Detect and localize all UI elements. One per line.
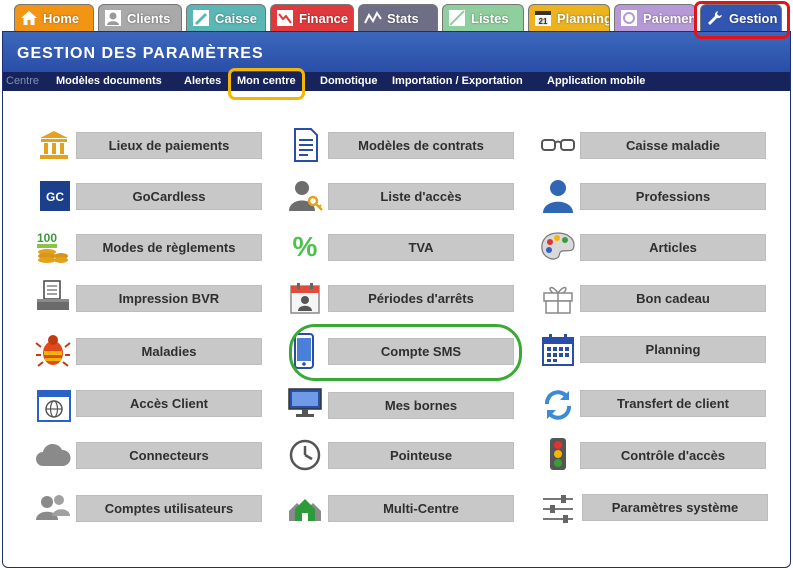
tab-paiements-label: Paiements	[643, 10, 696, 26]
sliders-icon	[540, 491, 576, 527]
tab-paiements[interactable]: Paiements	[614, 4, 696, 31]
finance-chart-icon	[275, 8, 295, 28]
tab-clients[interactable]: Clients	[98, 4, 182, 31]
cash-register-icon	[191, 8, 211, 28]
home-icon	[19, 8, 39, 28]
settings-button-label: Transfert de client	[580, 389, 766, 417]
settings-button-label: Professions	[580, 182, 766, 210]
sub-navigation: Centre Modèles documents Alertes Mon cen…	[3, 72, 790, 91]
settings-item-bon-cadeau[interactable]: Bon cadeau	[0, 280, 793, 316]
svg-text:21: 21	[539, 17, 548, 26]
subnav-item-mon-centre[interactable]: Mon centre	[237, 75, 296, 87]
gift-icon	[540, 280, 576, 316]
panel-header: GESTION DES PARAMÈTRES	[3, 32, 790, 72]
settings-button-label: Bon cadeau	[580, 284, 766, 312]
calendar-icon: 21	[533, 8, 553, 28]
sync-arrows-icon	[540, 387, 576, 423]
person-silhouette-icon	[540, 178, 576, 214]
tab-listes[interactable]: Listes	[442, 4, 524, 31]
settings-item-articles[interactable]: Articles	[0, 232, 793, 262]
tab-finance-label: Finance	[299, 10, 349, 26]
settings-item-parametres-systeme[interactable]: Paramètres système	[0, 492, 793, 523]
tab-planning-label: Planning	[557, 10, 610, 26]
settings-button-label: Planning	[580, 335, 766, 363]
glasses-icon	[540, 127, 576, 163]
tab-planning[interactable]: 21 Planning	[528, 4, 610, 31]
tab-home[interactable]: Home	[14, 4, 94, 31]
tab-finance[interactable]: Finance	[270, 4, 354, 31]
user-icon	[103, 8, 123, 28]
calendar-grid-icon	[540, 332, 576, 368]
tab-home-label: Home	[43, 10, 80, 26]
settings-item-transfert-de-client[interactable]: Transfert de client	[0, 388, 793, 420]
subnav-item-application-mobile[interactable]: Application mobile	[547, 75, 645, 87]
stats-line-icon	[363, 8, 383, 28]
traffic-light-icon	[540, 437, 576, 473]
page-title: GESTION DES PARAMÈTRES	[17, 45, 264, 62]
settings-button-label: Articles	[580, 233, 766, 261]
tab-gestion[interactable]: Gestion	[700, 4, 782, 31]
wrench-icon	[705, 8, 725, 28]
settings-item-caisse-maladie[interactable]: Caisse maladie	[0, 130, 793, 160]
subnav-item-domotique[interactable]: Domotique	[320, 75, 377, 87]
settings-item-professions[interactable]: Professions	[0, 178, 793, 214]
settings-button-label: Paramètres système	[582, 493, 768, 521]
settings-button-label: Caisse maladie	[580, 131, 766, 159]
settings-item-controle-dacces[interactable]: Contrôle d'accès	[0, 437, 793, 473]
subnav-item-alertes[interactable]: Alertes	[184, 75, 221, 87]
subnav-item-modeles-documents[interactable]: Modèles documents	[56, 75, 162, 87]
tab-stats[interactable]: Stats	[358, 4, 438, 31]
subnav-item-centre[interactable]: Centre	[6, 75, 39, 87]
palette-icon	[540, 229, 576, 265]
settings-button-label: Contrôle d'accès	[580, 441, 766, 469]
subnav-item-importation-exportation[interactable]: Importation / Exportation	[392, 75, 523, 87]
tab-caisse-label: Caisse	[215, 10, 257, 26]
list-icon	[447, 8, 467, 28]
tab-stats-label: Stats	[387, 10, 419, 26]
tab-clients-label: Clients	[127, 10, 171, 26]
settings-item-planning[interactable]: Planning	[0, 334, 793, 366]
application-window: Home Clients Caisse Finance Stats Listes…	[0, 0, 793, 570]
payment-card-icon	[619, 8, 639, 28]
tab-gestion-label: Gestion	[729, 10, 778, 26]
tab-caisse[interactable]: Caisse	[186, 4, 266, 31]
tab-listes-label: Listes	[471, 10, 509, 26]
